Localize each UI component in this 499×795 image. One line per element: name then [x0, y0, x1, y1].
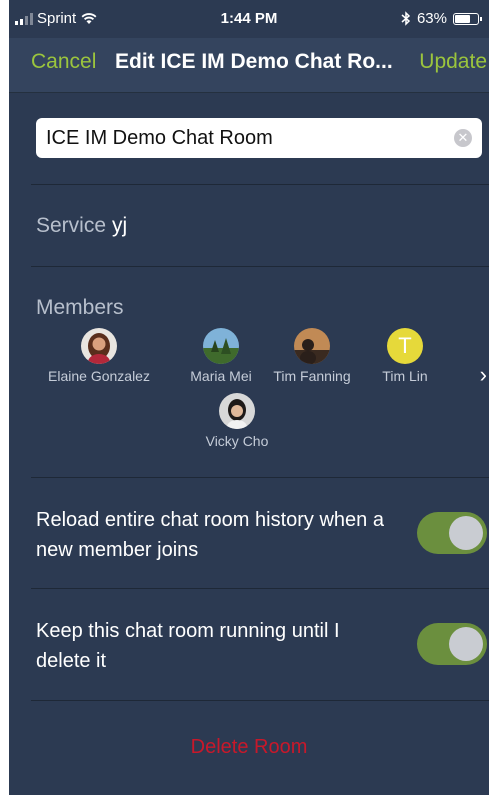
member-name: Tim Lin — [382, 368, 428, 384]
avatar: T — [387, 328, 423, 364]
member-name: Elaine Gonzalez — [48, 368, 150, 384]
divider — [31, 184, 489, 185]
phone-screen: Sprint 1:44 PM 63% Cancel Edit ICE IM De… — [9, 0, 489, 795]
clear-icon[interactable]: ✕ — [454, 129, 472, 147]
member-elaine-gonzalez[interactable]: Elaine Gonzalez — [39, 328, 159, 384]
divider — [31, 700, 489, 701]
reload-history-toggle[interactable] — [417, 512, 487, 554]
members-label: Members — [36, 296, 124, 319]
delete-room-button[interactable]: Delete Room — [9, 736, 489, 759]
divider — [31, 588, 489, 589]
service-row: Service yj — [36, 214, 127, 238]
divider — [31, 266, 489, 267]
member-tim-lin[interactable]: T Tim Lin — [345, 328, 465, 384]
divider — [31, 477, 489, 478]
avatar — [294, 328, 330, 364]
navigation-bar: Cancel Edit ICE IM Demo Chat Ro... Updat… — [9, 38, 489, 93]
bluetooth-icon — [401, 11, 411, 26]
reload-history-label: Reload entire chat room history when a n… — [36, 509, 384, 561]
avatar — [219, 393, 255, 429]
status-bar: Sprint 1:44 PM 63% — [9, 0, 489, 38]
room-name-input[interactable] — [46, 118, 446, 158]
status-right: 63% — [401, 10, 482, 27]
battery-icon — [453, 12, 482, 25]
update-button[interactable]: Update — [419, 50, 487, 74]
battery-percent: 63% — [416, 10, 447, 27]
chevron-right-icon[interactable]: › — [480, 362, 487, 388]
avatar — [203, 328, 239, 364]
service-value: yj — [112, 214, 128, 237]
member-vicky-cho[interactable]: Vicky Cho — [177, 393, 297, 449]
toggle-knob — [449, 516, 483, 550]
room-name-field[interactable]: ✕ — [36, 118, 482, 158]
member-name: Vicky Cho — [205, 433, 269, 449]
cancel-button[interactable]: Cancel — [31, 50, 96, 74]
keep-running-toggle[interactable] — [417, 623, 487, 665]
keep-running-label: Keep this chat room running until I dele… — [36, 620, 340, 672]
page-title: Edit ICE IM Demo Chat Ro... — [115, 50, 393, 73]
service-label: Service — [36, 214, 107, 237]
avatar — [81, 328, 117, 364]
toggle-knob — [449, 627, 483, 661]
